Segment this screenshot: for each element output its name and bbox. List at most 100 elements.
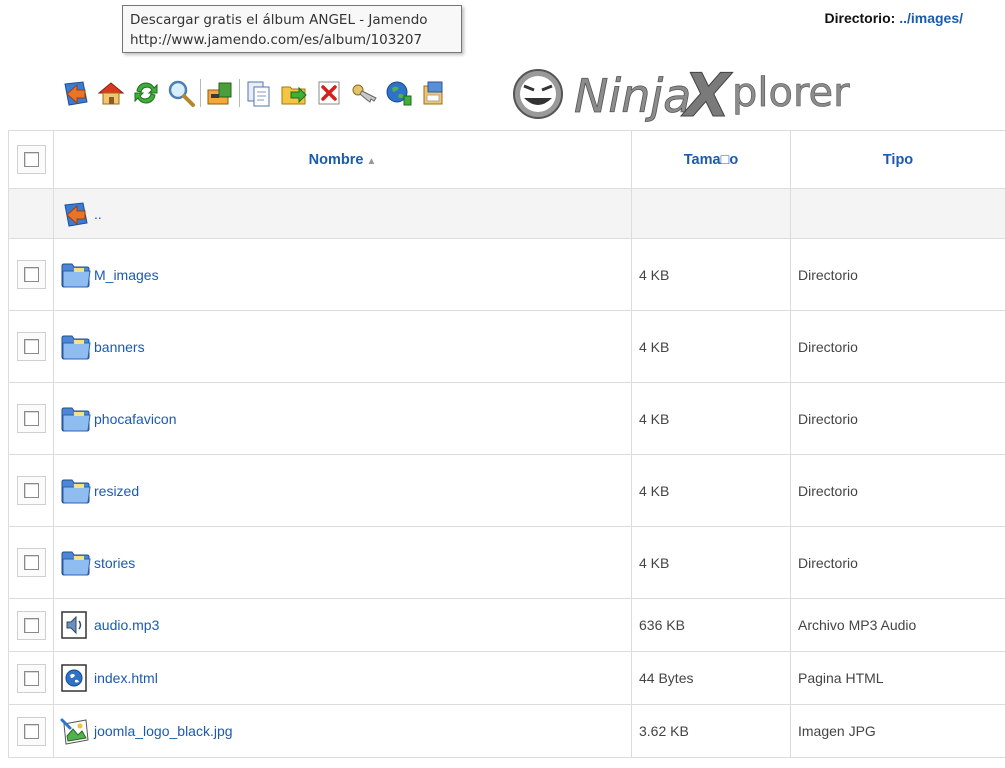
parent-directory-row[interactable]: .. bbox=[8, 188, 1005, 239]
row-checkbox-wrap[interactable] bbox=[16, 548, 46, 577]
row-name-cell: phocafavicon bbox=[53, 382, 632, 455]
row-name-cell: index.html bbox=[53, 651, 632, 705]
header-name: Nombre ▲ bbox=[53, 130, 632, 189]
sort-by-size-link[interactable]: Tama□o bbox=[684, 152, 738, 168]
row-type-cell: Pagina HTML bbox=[790, 651, 1005, 705]
row-type-cell: Directorio bbox=[790, 454, 1005, 527]
directory-path-link[interactable]: ../images/ bbox=[899, 10, 963, 26]
tooltip-title: Descargar gratis el álbum ANGEL - Jamend… bbox=[130, 12, 428, 28]
search-button[interactable] bbox=[165, 77, 197, 109]
archive-button[interactable] bbox=[204, 77, 236, 109]
file-name-link[interactable]: joomla_logo_black.jpg bbox=[94, 723, 233, 739]
parent-name-cell: .. bbox=[53, 188, 632, 239]
toolbar bbox=[60, 76, 453, 110]
row-checkbox-wrap[interactable] bbox=[16, 716, 46, 746]
directory-label: Directorio: bbox=[824, 10, 896, 26]
row-type-cell: Directorio bbox=[790, 382, 1005, 455]
upload-icon bbox=[386, 81, 412, 106]
row-checkbox[interactable] bbox=[23, 411, 39, 426]
row-checkbox[interactable] bbox=[23, 339, 39, 354]
table-row[interactable]: resized 4 KB Directorio bbox=[8, 454, 1005, 527]
file-name-link[interactable]: banners bbox=[94, 339, 145, 355]
back-button[interactable] bbox=[60, 77, 92, 109]
row-checkbox[interactable] bbox=[23, 723, 39, 739]
table-row[interactable]: phocafavicon 4 KB Directorio bbox=[8, 382, 1005, 455]
row-name-cell: stories bbox=[53, 526, 632, 599]
delete-icon bbox=[318, 81, 340, 105]
row-checkbox-wrap[interactable] bbox=[16, 610, 46, 640]
file-name-link[interactable]: phocafavicon bbox=[94, 411, 177, 427]
folder-icon bbox=[61, 263, 91, 287]
row-size-cell: 4 KB bbox=[631, 238, 791, 311]
file-name-link[interactable]: resized bbox=[94, 483, 139, 499]
select-all-checkbox[interactable] bbox=[23, 152, 39, 167]
home-button[interactable] bbox=[95, 77, 127, 109]
table-row[interactable]: audio.mp3 636 KB Archivo MP3 Audio bbox=[8, 598, 1005, 652]
header-size: Tama□o bbox=[631, 130, 791, 189]
table-row[interactable]: M_images 4 KB Directorio bbox=[8, 238, 1005, 311]
file-name-link[interactable]: M_images bbox=[94, 267, 159, 283]
row-checkbox-wrap[interactable] bbox=[16, 260, 46, 289]
file-name-link[interactable]: audio.mp3 bbox=[94, 617, 159, 633]
row-checkbox[interactable] bbox=[23, 267, 39, 282]
row-name-cell: audio.mp3 bbox=[53, 598, 632, 652]
row-checkbox[interactable] bbox=[23, 617, 39, 633]
row-checkbox-wrap[interactable] bbox=[16, 404, 46, 433]
select-all-cell bbox=[8, 130, 54, 189]
row-check-cell bbox=[8, 598, 54, 652]
table-header-row: Nombre ▲ Tama□o Tipo bbox=[8, 130, 1005, 189]
parent-directory-link[interactable]: .. bbox=[94, 206, 102, 222]
row-size-cell: 636 KB bbox=[631, 598, 791, 652]
row-checkbox-wrap[interactable] bbox=[16, 332, 46, 361]
row-check-cell bbox=[8, 382, 54, 455]
select-all-checkbox-wrap[interactable] bbox=[16, 145, 46, 174]
ninjaxplorer-app: Descargar gratis el álbum ANGEL - Jamend… bbox=[0, 0, 1005, 768]
copy-button[interactable] bbox=[243, 77, 275, 109]
row-size-cell: 4 KB bbox=[631, 310, 791, 383]
row-check-cell bbox=[8, 238, 54, 311]
file-name-link[interactable]: index.html bbox=[94, 670, 158, 686]
row-checkbox[interactable] bbox=[23, 555, 39, 570]
row-checkbox[interactable] bbox=[23, 483, 39, 498]
sort-by-type-link[interactable]: Tipo bbox=[883, 152, 913, 168]
move-icon bbox=[281, 86, 307, 105]
archive-icon bbox=[207, 82, 232, 105]
folder-icon bbox=[61, 407, 91, 431]
refresh-button[interactable] bbox=[130, 77, 162, 109]
row-size-cell: 3.62 KB bbox=[631, 704, 791, 758]
rename-button[interactable] bbox=[348, 77, 380, 109]
row-checkbox[interactable] bbox=[23, 670, 39, 686]
audio-file-icon bbox=[61, 611, 87, 639]
row-checkbox-wrap[interactable] bbox=[16, 476, 46, 505]
delete-button[interactable] bbox=[313, 77, 345, 109]
file-table: Nombre ▲ Tama□o Tipo .. M_images 4 KB Di… bbox=[8, 130, 1005, 758]
ninja-logo-graphic: Ninja X plorer bbox=[513, 61, 850, 132]
upload-button[interactable] bbox=[383, 77, 415, 109]
row-check-cell bbox=[8, 454, 54, 527]
search-icon bbox=[168, 80, 195, 107]
row-name-cell: banners bbox=[53, 310, 632, 383]
refresh-icon bbox=[134, 82, 158, 104]
toolbar-separator bbox=[200, 79, 201, 107]
table-row[interactable]: stories 4 KB Directorio bbox=[8, 526, 1005, 599]
row-check-cell bbox=[8, 704, 54, 758]
folder-icon bbox=[61, 551, 91, 575]
move-button[interactable] bbox=[278, 77, 310, 109]
copy-icon bbox=[247, 81, 270, 107]
table-row[interactable]: joomla_logo_black.jpg 3.62 KB Imagen JPG bbox=[8, 704, 1005, 758]
row-check-cell bbox=[8, 526, 54, 599]
sort-by-name-link[interactable]: Nombre bbox=[309, 152, 364, 168]
link-tooltip: Descargar gratis el álbum ANGEL - Jamend… bbox=[122, 5, 462, 53]
folder-icon bbox=[61, 335, 91, 359]
row-checkbox-wrap[interactable] bbox=[16, 663, 46, 693]
parent-size-cell bbox=[631, 188, 791, 239]
sort-ascending-icon: ▲ bbox=[366, 156, 377, 167]
toolbar-separator bbox=[239, 79, 240, 107]
file-name-link[interactable]: stories bbox=[94, 555, 135, 571]
home-icon bbox=[97, 82, 125, 105]
new-item-button[interactable] bbox=[418, 77, 450, 109]
table-row[interactable]: banners 4 KB Directorio bbox=[8, 310, 1005, 383]
ninjaxplorer-logo: Ninja X plorer bbox=[510, 60, 880, 132]
table-row[interactable]: index.html 44 Bytes Pagina HTML bbox=[8, 651, 1005, 705]
row-size-cell: 4 KB bbox=[631, 526, 791, 599]
